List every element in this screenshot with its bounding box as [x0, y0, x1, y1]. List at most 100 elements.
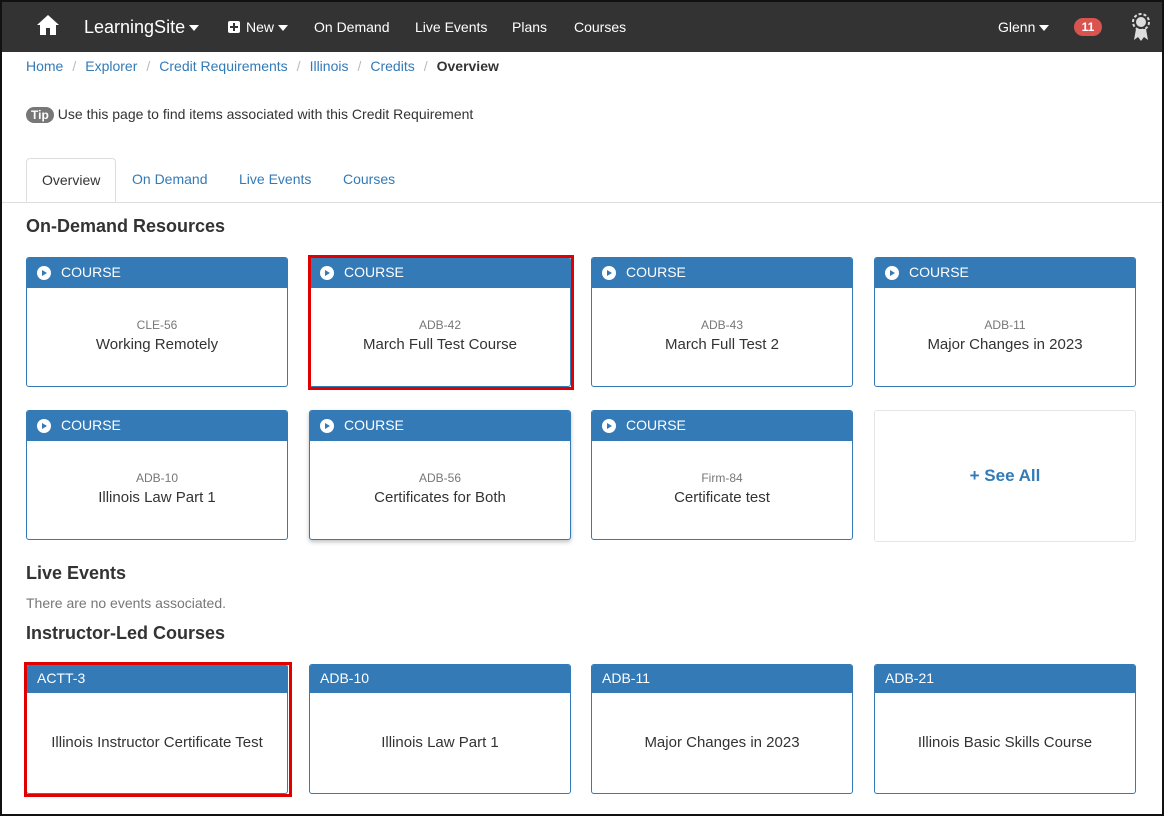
on-demand-card[interactable]: COURSE CLE-56 Working Remotely [26, 257, 288, 387]
card-type: COURSE [626, 417, 686, 433]
breadcrumb-home[interactable]: Home [26, 58, 63, 74]
play-circle-icon [37, 266, 51, 280]
instructor-led-card[interactable]: ADB-10 Illinois Law Part 1 [309, 664, 571, 794]
breadcrumb-credit-requirements[interactable]: Credit Requirements [159, 58, 287, 74]
card-title: Illinois Instructor Certificate Test [51, 734, 263, 751]
card-code: ADB-11 [592, 665, 852, 693]
card-type: COURSE [909, 264, 969, 280]
card-title: March Full Test 2 [665, 336, 779, 353]
card-title: Working Remotely [95, 336, 219, 353]
card-type: COURSE [61, 264, 121, 280]
card-header: COURSE [310, 411, 570, 441]
see-all-label: See All [984, 466, 1041, 485]
tip-text: Use this page to find items associated w… [57, 106, 474, 122]
instructor-led-card[interactable]: ACTT-3 Illinois Instructor Certificate T… [26, 664, 288, 794]
card-header: COURSE [592, 411, 852, 441]
breadcrumb-separator: / [423, 58, 428, 74]
tab-on-demand[interactable]: On Demand [117, 158, 222, 201]
play-circle-icon [37, 419, 51, 433]
breadcrumb-separator: / [72, 58, 77, 74]
see-all-link[interactable]: + See All [970, 466, 1041, 485]
nav-link-on-demand[interactable]: On Demand [314, 2, 389, 52]
card-code: ADB-10 [310, 665, 570, 693]
card-code: ADB-10 [135, 471, 179, 485]
card-type: COURSE [344, 264, 404, 280]
play-circle-icon [885, 266, 899, 280]
card-header: COURSE [27, 411, 287, 441]
see-all-card[interactable]: + See All [874, 410, 1136, 542]
brand-label: LearningSite [84, 17, 186, 37]
card-title: Certificates for Both [374, 489, 506, 506]
live-events-heading: Live Events [26, 563, 127, 583]
breadcrumb-separator: / [296, 58, 301, 74]
play-circle-icon [320, 419, 334, 433]
notification-badge[interactable]: 11 [1074, 18, 1102, 36]
tip-message: Tip Use this page to find items associate… [26, 106, 473, 123]
user-name: Glenn [998, 19, 1036, 35]
chevron-down-icon [189, 25, 200, 32]
nav-link-plans[interactable]: Plans [512, 2, 547, 52]
play-circle-icon [602, 419, 616, 433]
breadcrumb-credits[interactable]: Credits [370, 58, 414, 74]
plus-icon: + [969, 466, 985, 485]
card-code: CLE-56 [136, 318, 178, 332]
breadcrumb-separator: / [146, 58, 151, 74]
card-type: COURSE [626, 264, 686, 280]
award-icon[interactable] [1130, 12, 1152, 42]
breadcrumb-overview: Overview [436, 58, 499, 74]
tip-badge: Tip [26, 107, 54, 123]
no-events-message: There are no events associated. [26, 595, 227, 611]
card-code: ADB-11 [984, 318, 1026, 332]
card-code: ADB-21 [875, 665, 1135, 693]
on-demand-card[interactable]: COURSE Firm-84 Certificate test [591, 410, 853, 540]
instructor-led-card[interactable]: ADB-11 Major Changes in 2023 [591, 664, 853, 794]
card-title: Major Changes in 2023 [927, 336, 1083, 353]
card-title: Major Changes in 2023 [644, 734, 800, 751]
card-title: March Full Test Course [363, 336, 517, 353]
card-header: COURSE [875, 258, 1135, 288]
tab-live-events[interactable]: Live Events [224, 158, 326, 201]
breadcrumb-separator: / [357, 58, 362, 74]
card-code: ADB-42 [418, 318, 462, 332]
card-header: COURSE [592, 258, 852, 288]
page-frame: LearningSite New On Demand Live Events P… [0, 0, 1164, 816]
card-code: ADB-43 [700, 318, 744, 332]
instructor-led-heading: Instructor-Led Courses [26, 623, 226, 643]
new-label: New [246, 19, 275, 35]
nav-link-courses[interactable]: Courses [574, 2, 626, 52]
new-menu[interactable]: New [228, 2, 289, 52]
breadcrumb-explorer[interactable]: Explorer [85, 58, 137, 74]
card-code: ACTT-3 [27, 665, 287, 693]
card-header: COURSE [27, 258, 287, 288]
tab-overview[interactable]: Overview [26, 158, 117, 202]
nav-link-live-events[interactable]: Live Events [415, 2, 487, 52]
on-demand-card[interactable]: COURSE ADB-42 March Full Test Course [309, 257, 571, 387]
instructor-led-card[interactable]: ADB-21 Illinois Basic Skills Course [874, 664, 1136, 794]
card-title: Illinois Basic Skills Course [917, 734, 1093, 751]
card-title: Certificate test [674, 489, 770, 506]
chevron-down-icon [278, 25, 289, 32]
on-demand-card[interactable]: COURSE ADB-10 Illinois Law Part 1 [26, 410, 288, 540]
brand-menu[interactable]: LearningSite [84, 2, 200, 52]
chevron-down-icon [1039, 25, 1050, 32]
top-navbar: LearningSite New On Demand Live Events P… [2, 2, 1162, 52]
on-demand-heading: On-Demand Resources [26, 216, 226, 236]
breadcrumb-illinois[interactable]: Illinois [310, 58, 349, 74]
on-demand-card[interactable]: COURSE ADB-43 March Full Test 2 [591, 257, 853, 387]
home-icon[interactable] [36, 14, 60, 36]
on-demand-card[interactable]: COURSE ADB-11 Major Changes in 2023 [874, 257, 1136, 387]
plus-square-icon [228, 21, 240, 33]
on-demand-card[interactable]: COURSE ADB-56 Certificates for Both [309, 410, 571, 540]
card-header: COURSE [310, 258, 570, 288]
card-type: COURSE [61, 417, 121, 433]
card-code: Firm-84 [701, 471, 743, 485]
user-menu[interactable]: Glenn [998, 2, 1050, 52]
tab-courses[interactable]: Courses [328, 158, 410, 201]
card-type: COURSE [344, 417, 404, 433]
breadcrumb: Home / Explorer / Credit Requirements / Illino… [26, 58, 499, 78]
tab-bar: Overview On Demand Live Events Courses [2, 158, 1162, 203]
card-title: Illinois Law Part 1 [381, 734, 499, 751]
card-code: ADB-56 [418, 471, 462, 485]
play-circle-icon [602, 266, 616, 280]
card-title: Illinois Law Part 1 [98, 489, 216, 506]
